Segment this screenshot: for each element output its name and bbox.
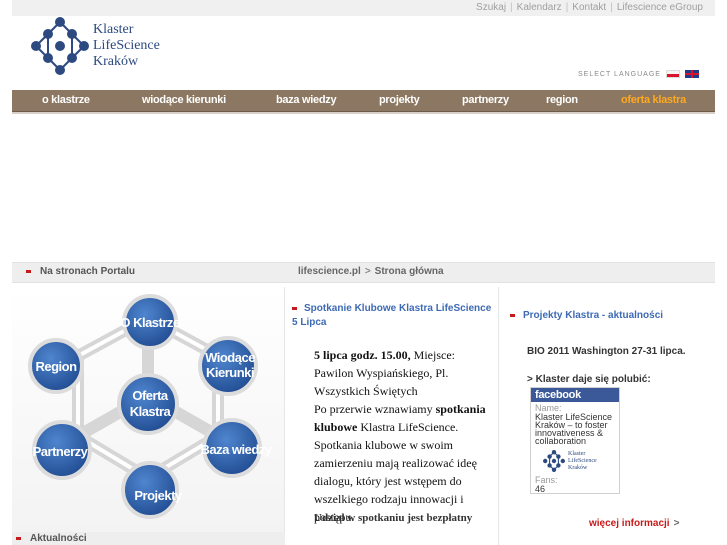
- nav-oferta-klastra[interactable]: oferta klastra: [621, 94, 686, 106]
- more-info-text[interactable]: więcej informacji: [589, 518, 670, 529]
- breadcrumb-current: Strona główna: [374, 266, 444, 277]
- bullet-icon: [292, 306, 297, 310]
- logo-molecule-icon[interactable]: [30, 14, 90, 78]
- fb-logo-line: Kraków: [568, 464, 588, 471]
- facebook-brand: facebook: [531, 388, 619, 402]
- node-oferta-klastra[interactable]: Oferta Klastra: [117, 373, 179, 435]
- language-selector: SELECT LANGUAGE: [578, 70, 699, 78]
- separator: |: [510, 1, 513, 13]
- fb-logo: Klaster LifeScience Kraków: [543, 449, 619, 473]
- svg-text:Klastra: Klastra: [130, 404, 172, 419]
- separator: |: [610, 1, 613, 13]
- projects-news-title: Projekty Klastra - aktualności: [510, 310, 663, 321]
- facebook-widget[interactable]: facebook Name: Klaster LifeScience Krakó…: [530, 387, 620, 494]
- fb-logo-line: Klaster: [568, 450, 586, 457]
- nav-partnerzy[interactable]: partnerzy: [462, 94, 509, 106]
- text-span: Klastra LifeScience.: [357, 420, 459, 434]
- nav-wiodace-kierunki[interactable]: wiodące kierunki: [142, 94, 226, 106]
- nav-o-klastrze[interactable]: o klastrze: [42, 94, 90, 106]
- fb-logo-line: LifeScience: [568, 457, 597, 464]
- logo-line: Kraków: [93, 54, 139, 69]
- top-links: Szukaj | Kalendarz | Kontakt | Lifescien…: [476, 0, 703, 14]
- svg-text:Projekty: Projekty: [134, 488, 183, 503]
- separator: |: [565, 1, 569, 13]
- node-partnerzy[interactable]: Partnerzy: [32, 420, 92, 480]
- svg-text:Oferta: Oferta: [132, 388, 169, 403]
- portal-section-label: Na stronach Portalu: [26, 266, 135, 277]
- chevron-right-icon: >: [673, 518, 680, 529]
- event-title[interactable]: Spotkanie Klubowe Klastra LifeScience 5 …: [292, 302, 502, 330]
- bullet-icon: [26, 270, 31, 273]
- bullet-icon: [16, 537, 21, 540]
- nav-projekty[interactable]: projekty: [379, 94, 420, 106]
- fb-fans-count: 46: [535, 484, 546, 494]
- main-nav: o klastrze wiodące kierunki baza wiedzy …: [12, 90, 715, 112]
- svg-text:O Klastrze: O Klastrze: [120, 315, 180, 330]
- event-time: 5 lipca godz. 15.00,: [314, 348, 411, 362]
- text-span: Po przerwie wznawiamy: [314, 402, 436, 416]
- event-paragraph: 5 lipca godz. 15.00, Miejsce: Pawilon Wy…: [314, 346, 494, 400]
- logo-line: Klaster: [93, 22, 134, 37]
- link-lifescience-egroup[interactable]: Lifescience eGroup: [617, 2, 703, 13]
- link-kontakt[interactable]: Kontakt: [572, 2, 606, 13]
- node-o-klastrze[interactable]: O Klastrze: [120, 294, 180, 350]
- news-item[interactable]: BIO 2011 Washington 27-31 lipca.: [527, 346, 686, 357]
- link-kalendarz[interactable]: Kalendarz: [517, 2, 562, 13]
- projects-news-title-text[interactable]: Projekty Klastra - aktualności: [523, 310, 663, 321]
- link-szukaj[interactable]: Szukaj: [476, 2, 506, 13]
- event-date[interactable]: 5 Lipca: [292, 317, 326, 328]
- event-paragraph: Po przerwie wznawiamy spotkania klubowe …: [314, 400, 494, 436]
- logo-text[interactable]: Klaster LifeScience Kraków: [93, 22, 160, 70]
- node-projekty[interactable]: Projekty: [121, 461, 183, 519]
- nav-baza-wiedzy[interactable]: baza wiedzy: [276, 94, 337, 106]
- more-info-link[interactable]: więcej informacji >: [589, 518, 679, 529]
- node-wiodace-kierunki[interactable]: Wiodące Kierunki: [198, 336, 258, 396]
- bullet-icon: [510, 314, 515, 317]
- svg-text:Baza wiedzy: Baza wiedzy: [200, 442, 272, 457]
- node-region[interactable]: Region: [28, 338, 84, 394]
- breadcrumb: lifescience.pl > Strona główna: [298, 266, 444, 277]
- select-language-label: SELECT LANGUAGE: [578, 70, 661, 78]
- polish-flag-icon[interactable]: [665, 70, 680, 78]
- node-baza-wiedzy[interactable]: Baza wiedzy: [200, 418, 273, 478]
- logo-molecule-icon: [543, 450, 565, 472]
- svg-text:Kierunki: Kierunki: [206, 365, 254, 380]
- portal-label-text: Na stronach Portalu: [40, 266, 136, 277]
- fb-name-value[interactable]: Klaster LifeScience Kraków – to foster i…: [531, 413, 619, 446]
- news-section-label: Aktualności: [16, 533, 87, 544]
- svg-text:Region: Region: [35, 359, 77, 374]
- event-title-line[interactable]: Spotkanie Klubowe Klastra LifeScience: [304, 303, 491, 314]
- nav-divider: [12, 112, 715, 114]
- chevron-right-icon: >: [364, 266, 371, 277]
- english-flag-icon[interactable]: [684, 70, 699, 78]
- nav-region[interactable]: region: [546, 94, 578, 106]
- event-description: 5 lipca godz. 15.00, Miejsce: Pawilon Wy…: [314, 346, 494, 526]
- news-label-text[interactable]: Aktualności: [30, 533, 87, 544]
- svg-text:Partnerzy: Partnerzy: [33, 444, 89, 459]
- event-footer: Udział w spotkaniu jest bezpłatny: [314, 512, 473, 524]
- facebook-like-link[interactable]: > Klaster daje się polubić:: [527, 374, 651, 385]
- cluster-diagram: O Klastrze Wiodące Kierunki Region Ofert…: [28, 294, 273, 519]
- logo-line: LifeScience: [93, 38, 160, 53]
- svg-text:Wiodące: Wiodące: [205, 350, 255, 365]
- breadcrumb-home[interactable]: lifescience.pl: [298, 266, 361, 277]
- fb-logo-text: Klaster LifeScience Kraków: [568, 451, 597, 472]
